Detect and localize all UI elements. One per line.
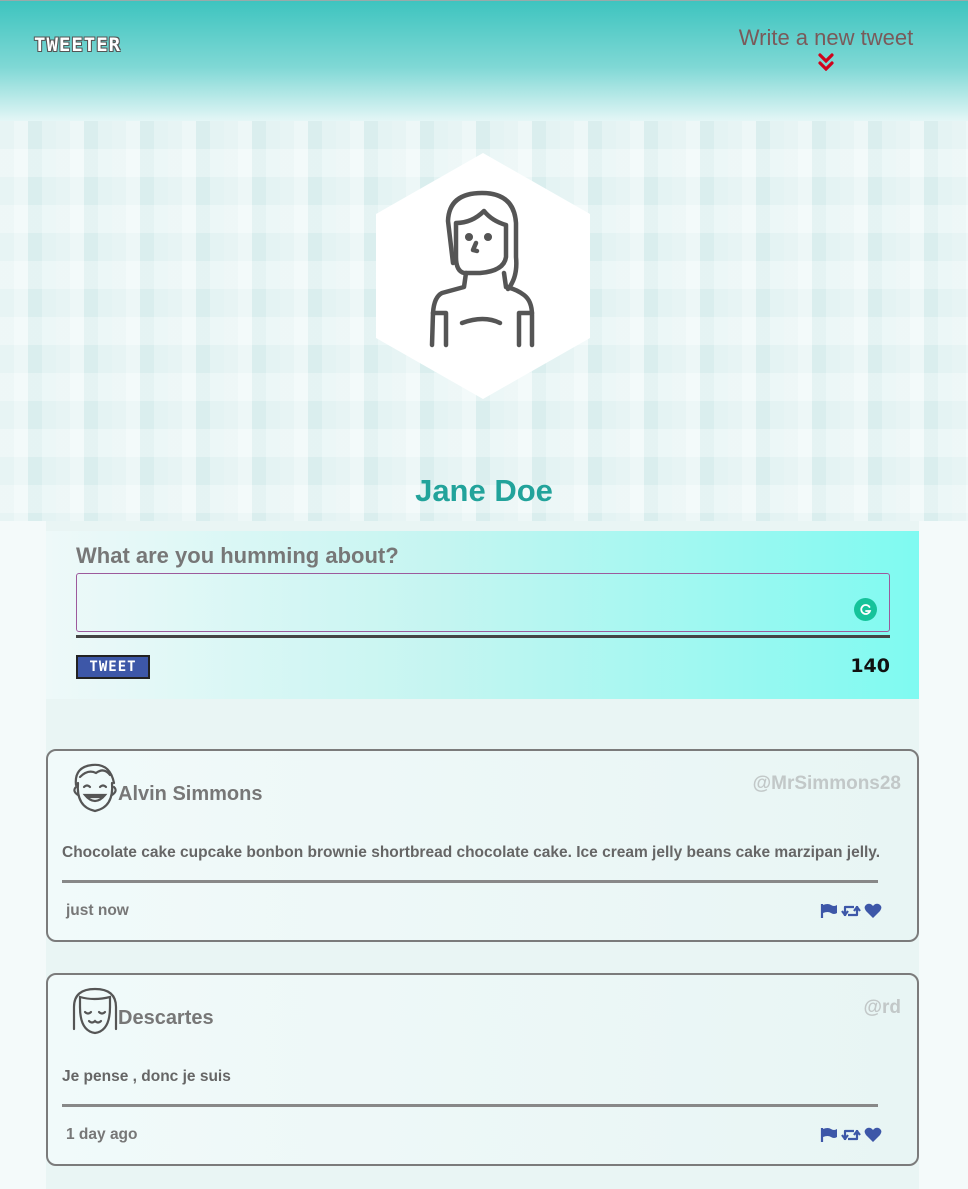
smiling-man-avatar-icon	[70, 761, 120, 819]
flag-icon[interactable]	[820, 1127, 838, 1143]
retweet-icon[interactable]	[841, 1127, 861, 1143]
tweet-divider	[62, 1104, 878, 1107]
tweet-timestamp: just now	[66, 902, 129, 919]
tweet-actions	[820, 903, 882, 919]
write-new-tweet-link[interactable]: Write a new tweet	[738, 25, 914, 81]
top-nav: TWEETER Write a new tweet	[0, 0, 968, 121]
profile-name: Jane Doe	[415, 473, 553, 508]
tweet-button[interactable]: TWEET	[76, 655, 150, 679]
tweet-card: Alvin Simmons @MrSimmons28 Chocolate cak…	[46, 749, 919, 942]
flag-icon[interactable]	[820, 903, 838, 919]
tweet-input[interactable]	[76, 573, 890, 632]
profile-banner: Jane Doe	[0, 121, 968, 521]
smiling-girl-avatar-icon	[70, 985, 120, 1043]
tweet-handle[interactable]: @MrSimmons28	[753, 773, 901, 795]
tweet-author[interactable]: Alvin Simmons	[118, 783, 262, 806]
heart-icon[interactable]	[864, 903, 882, 919]
double-chevron-down-icon	[818, 53, 834, 71]
tweet-composer: What are you humming about? TWEET 140	[46, 531, 919, 699]
tweet-timestamp: 1 day ago	[66, 1126, 138, 1143]
heart-icon[interactable]	[864, 1127, 882, 1143]
tweet-content: Chocolate cake cupcake bonbon brownie sh…	[62, 844, 881, 861]
tweet-card: Descartes @rd Je pense , donc je suis 1 …	[46, 973, 919, 1166]
brand-logo[interactable]: TWEETER	[34, 34, 121, 56]
retweet-icon[interactable]	[841, 903, 861, 919]
tweet-divider	[62, 880, 878, 883]
tweet-author[interactable]: Descartes	[118, 1007, 214, 1030]
grammar-assistant-icon[interactable]	[854, 598, 877, 621]
tweet-actions	[820, 1127, 882, 1143]
composer-prompt: What are you humming about?	[76, 543, 399, 568]
composer-divider	[76, 635, 890, 638]
write-new-tweet-label: Write a new tweet	[738, 25, 914, 50]
tweet-handle[interactable]: @rd	[863, 997, 901, 1019]
profile-avatar	[376, 153, 590, 403]
character-counter: 140	[850, 655, 890, 677]
tweet-content: Je pense , donc je suis	[62, 1068, 231, 1085]
